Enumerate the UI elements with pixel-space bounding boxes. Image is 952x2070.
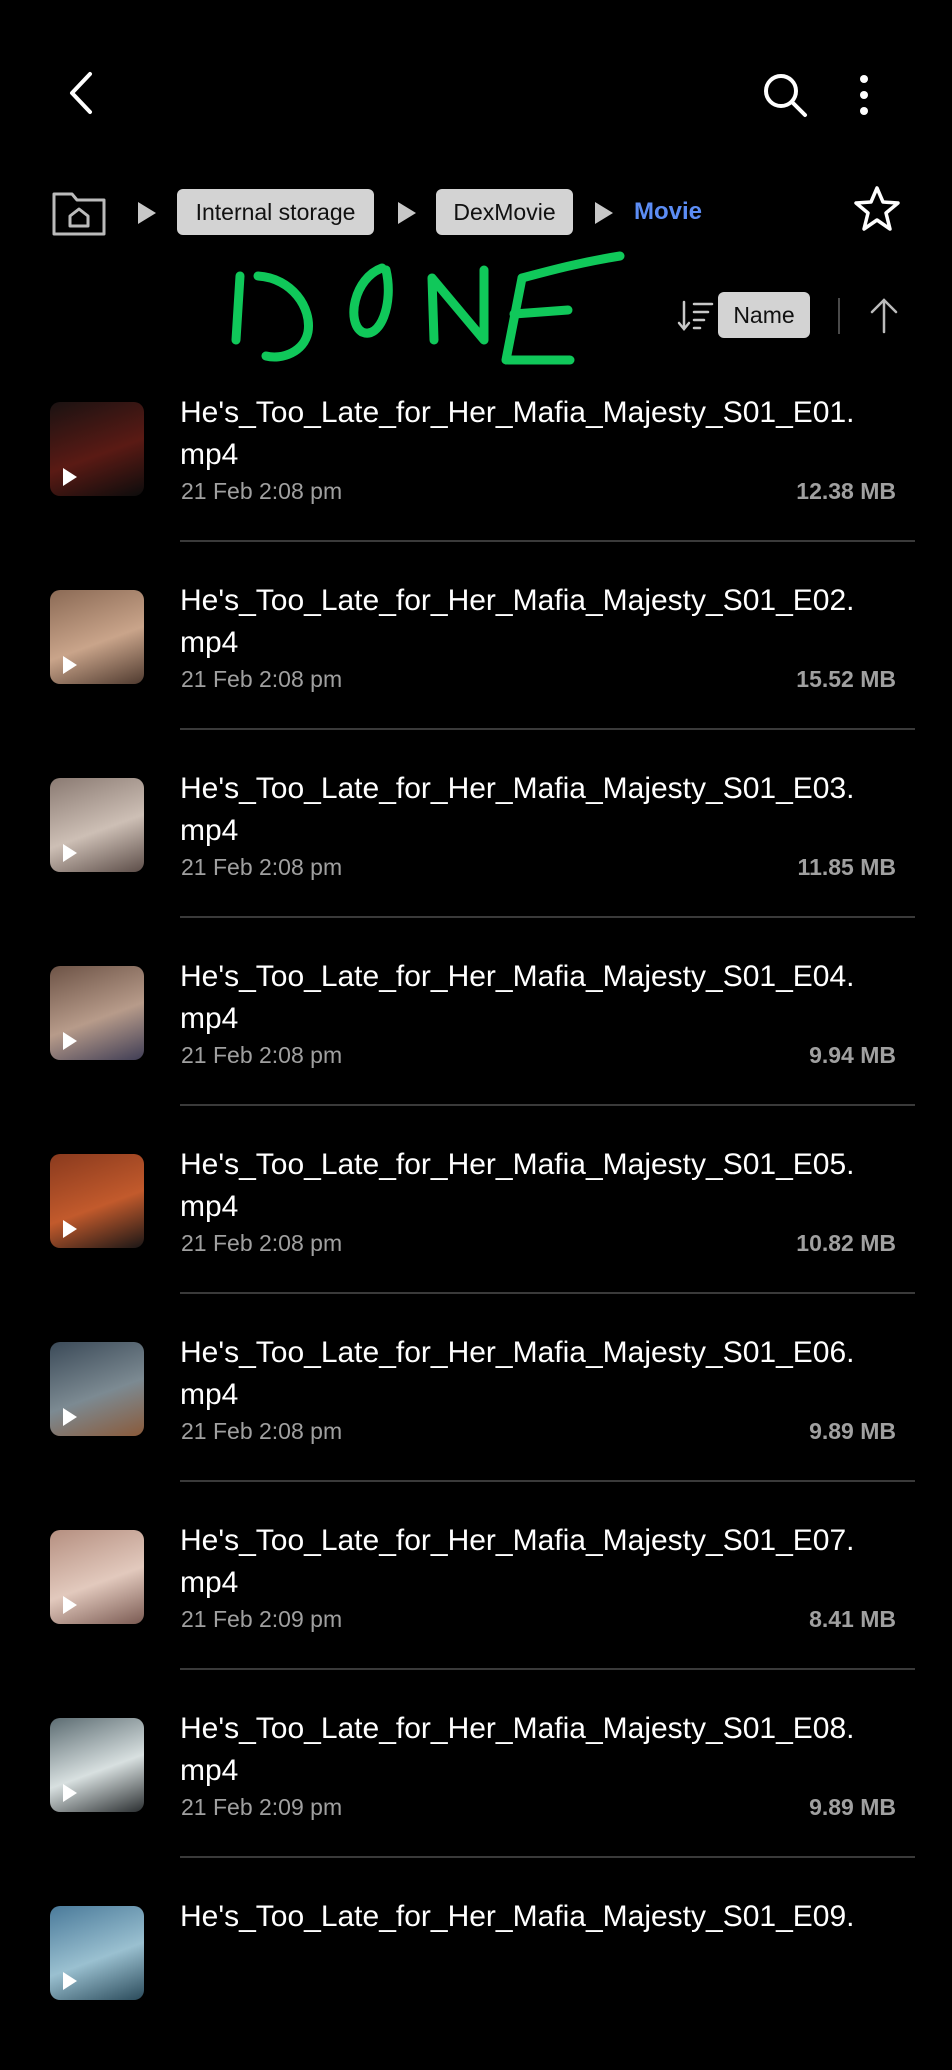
video-thumbnail[interactable] — [50, 778, 144, 872]
more-vertical-icon — [860, 75, 868, 115]
chevron-left-icon — [70, 72, 92, 114]
video-thumbnail[interactable] — [50, 1906, 144, 2000]
row-divider — [180, 728, 915, 730]
file-size: 8.41 MB — [809, 1606, 896, 1632]
file-name: He's_Too_Late_for_Her_Mafia_Majesty_S01_… — [180, 1900, 855, 1933]
play-icon — [63, 468, 77, 486]
star-outline-icon — [854, 186, 900, 231]
file-date: 21 Feb 2:09 pm — [181, 1606, 343, 1632]
video-thumbnail[interactable] — [50, 402, 144, 496]
file-size: 15.52 MB — [796, 666, 896, 692]
row-divider — [180, 1104, 915, 1106]
play-icon — [63, 844, 77, 862]
file-size: 9.89 MB — [809, 1418, 896, 1444]
play-icon — [63, 1220, 77, 1238]
play-icon — [63, 1784, 77, 1802]
file-item[interactable]: He's_Too_Late_for_Her_Mafia_Majesty_S01_… — [0, 754, 952, 942]
file-date: 21 Feb 2:08 pm — [181, 1418, 343, 1444]
row-divider — [180, 916, 915, 918]
file-item[interactable]: He's_Too_Late_for_Her_Mafia_Majesty_S01_… — [0, 378, 952, 566]
file-item[interactable]: He's_Too_Late_for_Her_Mafia_Majesty_S01_… — [0, 942, 952, 1130]
search-icon — [764, 74, 807, 117]
file-list: He's_Too_Late_for_Her_Mafia_Majesty_S01_… — [0, 378, 952, 2000]
file-date: 21 Feb 2:08 pm — [181, 478, 343, 504]
file-name: He's_Too_Late_for_Her_Mafia_Majesty_S01_… — [180, 1524, 855, 1599]
video-thumbnail[interactable] — [50, 966, 144, 1060]
app-bar — [0, 0, 952, 180]
file-item[interactable]: He's_Too_Late_for_Her_Mafia_Majesty_S01_… — [0, 566, 952, 754]
play-icon — [63, 656, 77, 674]
video-thumbnail[interactable] — [50, 590, 144, 684]
play-icon — [63, 1972, 77, 1990]
file-name: He's_Too_Late_for_Her_Mafia_Majesty_S01_… — [180, 960, 855, 1035]
file-name: He's_Too_Late_for_Her_Mafia_Majesty_S01_… — [180, 396, 855, 471]
file-size: 12.38 MB — [796, 478, 896, 504]
file-date: 21 Feb 2:08 pm — [181, 854, 343, 880]
file-name: He's_Too_Late_for_Her_Mafia_Majesty_S01_… — [180, 1336, 855, 1411]
sort-divider — [838, 298, 840, 334]
search-button[interactable] — [752, 62, 818, 128]
row-divider — [180, 1480, 915, 1482]
breadcrumb-dexmovie[interactable]: DexMovie — [436, 189, 573, 235]
arrow-up-icon[interactable] — [862, 294, 906, 338]
play-icon — [63, 1596, 77, 1614]
handwritten-done-annotation — [231, 251, 625, 365]
breadcrumb-current-folder: Movie — [634, 198, 703, 225]
file-date: 21 Feb 2:09 pm — [181, 1794, 343, 1820]
more-options-button[interactable] — [836, 62, 892, 128]
row-divider — [180, 1856, 915, 1858]
file-name: He's_Too_Late_for_Her_Mafia_Majesty_S01_… — [180, 584, 855, 659]
file-name: He's_Too_Late_for_Her_Mafia_Majesty_S01_… — [180, 1712, 855, 1787]
play-icon — [63, 1032, 77, 1050]
video-thumbnail[interactable] — [50, 1718, 144, 1812]
file-item[interactable]: He's_Too_Late_for_Her_Mafia_Majesty_S01_… — [0, 1318, 952, 1506]
file-size: 11.85 MB — [797, 854, 896, 880]
breadcrumb-internal-storage[interactable]: Internal storage — [177, 189, 374, 235]
row-divider — [180, 1668, 915, 1670]
file-item[interactable]: He's_Too_Late_for_Her_Mafia_Majesty_S01_… — [0, 1882, 952, 2070]
row-divider — [180, 1292, 915, 1294]
play-icon — [63, 1408, 77, 1426]
back-button[interactable] — [52, 60, 112, 126]
video-thumbnail[interactable] — [50, 1342, 144, 1436]
breadcrumb-arrow-icon — [398, 202, 416, 224]
file-date: 21 Feb 2:08 pm — [181, 1230, 343, 1256]
file-name: He's_Too_Late_for_Her_Mafia_Majesty_S01_… — [180, 1148, 855, 1223]
file-size: 10.82 MB — [796, 1230, 896, 1256]
home-folder-icon — [52, 192, 106, 236]
sort-by-name-button[interactable]: Name — [718, 292, 810, 338]
file-item[interactable]: He's_Too_Late_for_Her_Mafia_Majesty_S01_… — [0, 1506, 952, 1694]
row-divider — [180, 540, 915, 542]
video-thumbnail[interactable] — [50, 1530, 144, 1624]
breadcrumb-arrow-icon — [138, 202, 156, 224]
file-item[interactable]: He's_Too_Late_for_Her_Mafia_Majesty_S01_… — [0, 1130, 952, 1318]
file-item[interactable]: He's_Too_Late_for_Her_Mafia_Majesty_S01_… — [0, 1694, 952, 1882]
file-date: 21 Feb 2:08 pm — [181, 1042, 343, 1068]
home-button[interactable] — [50, 188, 108, 238]
video-thumbnail[interactable] — [50, 1154, 144, 1248]
breadcrumb-arrow-icon — [595, 202, 613, 224]
file-size: 9.89 MB — [809, 1794, 896, 1820]
file-name: He's_Too_Late_for_Her_Mafia_Majesty_S01_… — [180, 772, 855, 847]
file-size: 9.94 MB — [809, 1042, 896, 1068]
file-date: 21 Feb 2:08 pm — [181, 666, 343, 692]
breadcrumb: Internal storage DexMovie Movie — [50, 184, 910, 242]
sort-icon[interactable] — [676, 296, 716, 336]
favorite-button[interactable] — [852, 184, 902, 240]
